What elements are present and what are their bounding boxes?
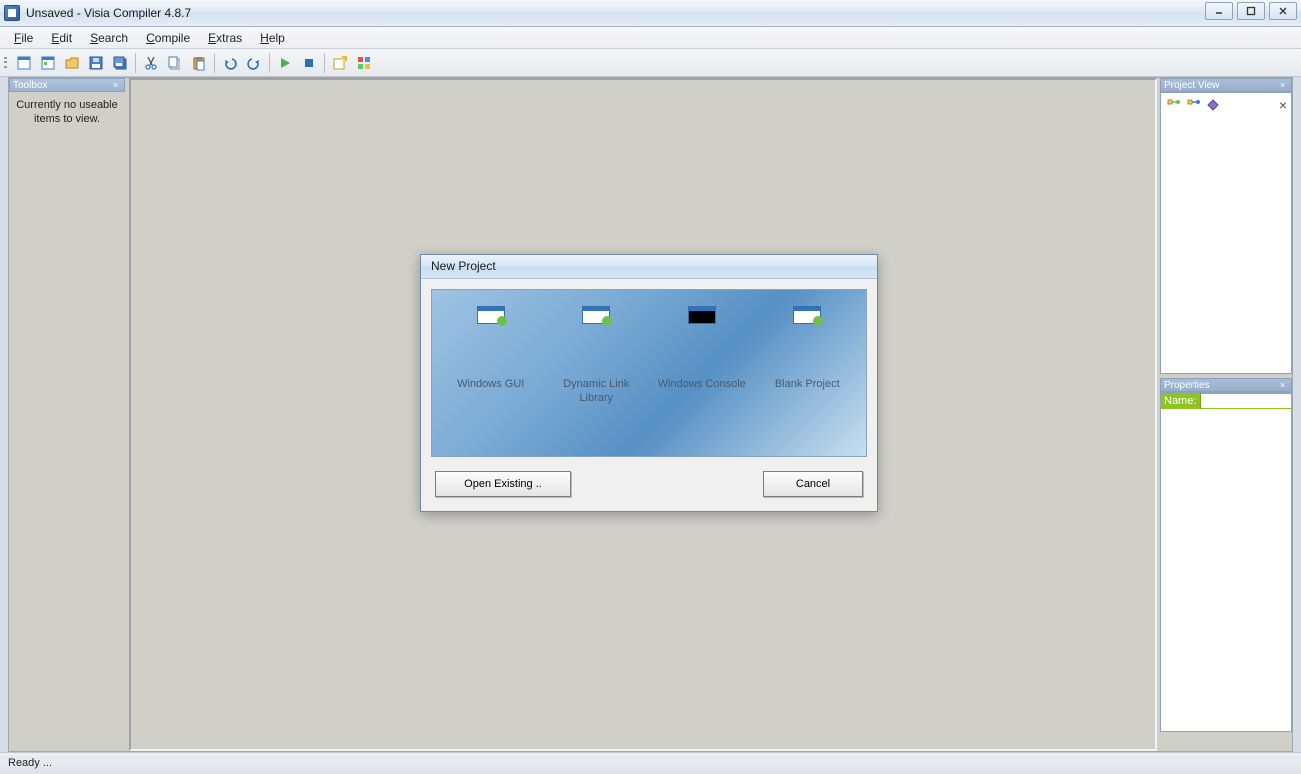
minimize-button[interactable] <box>1205 2 1233 20</box>
menubar: File Edit Search Compile Extras Help <box>0 27 1301 49</box>
app-icon <box>4 5 20 21</box>
dialog-title[interactable]: New Project <box>421 255 877 279</box>
properties-title: Properties <box>1164 380 1210 391</box>
project-view-body: × <box>1160 92 1292 374</box>
template-label: Windows GUI <box>444 378 538 392</box>
close-button[interactable] <box>1269 2 1297 20</box>
project-view-close-icon[interactable]: × <box>1277 80 1288 91</box>
toolbox-panel: Toolbox × Currently no useable items to … <box>9 78 125 140</box>
project-view-header[interactable]: Project View × <box>1160 78 1292 92</box>
template-label: Blank Project <box>761 378 855 392</box>
window-controls <box>1205 2 1297 20</box>
template-label: Dynamic Link Library <box>550 378 644 406</box>
windows-gui-icon <box>477 306 505 324</box>
statusbar: Ready ... <box>0 752 1301 774</box>
property-value[interactable] <box>1201 393 1291 409</box>
menu-label: ile <box>21 31 33 45</box>
menu-label: xtras <box>216 31 242 45</box>
menu-extras[interactable]: Extras <box>200 29 250 47</box>
toolbox-close-icon[interactable]: × <box>110 80 121 91</box>
cut-icon[interactable] <box>140 52 162 74</box>
maximize-button[interactable] <box>1237 2 1265 20</box>
pv-tree-icon[interactable] <box>1165 97 1181 113</box>
project-view-title: Project View <box>1164 80 1219 91</box>
toolbar <box>0 49 1301 77</box>
properties-header[interactable]: Properties × <box>1160 378 1292 392</box>
toolbar-grip[interactable] <box>4 53 9 73</box>
property-row: Name: <box>1161 393 1291 409</box>
properties-close-icon[interactable]: × <box>1277 380 1288 391</box>
menu-label: ompile <box>155 31 190 45</box>
menu-label: earch <box>98 31 128 45</box>
toolbox-title: Toolbox <box>13 80 47 91</box>
titlebar: Unsaved - Visia Compiler 4.8.7 <box>0 0 1301 27</box>
menu-label: elp <box>269 31 285 45</box>
window-title: Unsaved - Visia Compiler 4.8.7 <box>26 6 191 20</box>
cancel-button[interactable]: Cancel <box>763 471 863 497</box>
open-icon[interactable] <box>61 52 83 74</box>
menu-label: dit <box>59 31 72 45</box>
template-dll[interactable]: Dynamic Link Library <box>550 306 644 440</box>
property-name: Name: <box>1161 393 1201 409</box>
menu-edit[interactable]: Edit <box>43 29 80 47</box>
new-form-icon[interactable] <box>37 52 59 74</box>
open-existing-button[interactable]: Open Existing .. <box>435 471 571 497</box>
save-all-icon[interactable] <box>109 52 131 74</box>
toolbox-message: Currently no useable items to view. <box>9 92 125 133</box>
project-templates: Windows GUI Dynamic Link Library Windows… <box>431 289 867 457</box>
pv-diamond-icon[interactable] <box>1205 97 1221 113</box>
paste-icon[interactable] <box>188 52 210 74</box>
redo-icon[interactable] <box>243 52 265 74</box>
copy-icon[interactable] <box>164 52 186 74</box>
save-icon[interactable] <box>85 52 107 74</box>
template-console[interactable]: Windows Console <box>655 306 749 440</box>
menu-help[interactable]: Help <box>252 29 293 47</box>
properties-body: Name: <box>1160 392 1292 732</box>
pv-tree2-icon[interactable] <box>1185 97 1201 113</box>
new-file-icon[interactable] <box>13 52 35 74</box>
stop-icon[interactable] <box>298 52 320 74</box>
blank-icon <box>793 306 821 324</box>
pv-body-close-icon[interactable]: × <box>1279 97 1287 113</box>
template-windows-gui[interactable]: Windows GUI <box>444 306 538 440</box>
menu-compile[interactable]: Compile <box>138 29 198 47</box>
toolbox-header[interactable]: Toolbox × <box>9 78 125 92</box>
dll-icon <box>582 306 610 324</box>
undo-icon[interactable] <box>219 52 241 74</box>
template-blank[interactable]: Blank Project <box>761 306 855 440</box>
new-project-dialog: New Project Windows GUI Dynamic Link Lib… <box>420 254 878 512</box>
template-label: Windows Console <box>655 378 749 392</box>
add-module-icon[interactable] <box>329 52 351 74</box>
menu-search[interactable]: Search <box>82 29 136 47</box>
properties-panel: Properties × Name: <box>1160 378 1292 732</box>
status-text: Ready ... <box>8 757 52 769</box>
palette-icon[interactable] <box>353 52 375 74</box>
menu-file[interactable]: File <box>6 29 41 47</box>
run-icon[interactable] <box>274 52 296 74</box>
project-view-toolbar <box>1163 95 1289 115</box>
project-view-panel: Project View × × <box>1160 78 1292 374</box>
console-icon <box>688 306 716 324</box>
